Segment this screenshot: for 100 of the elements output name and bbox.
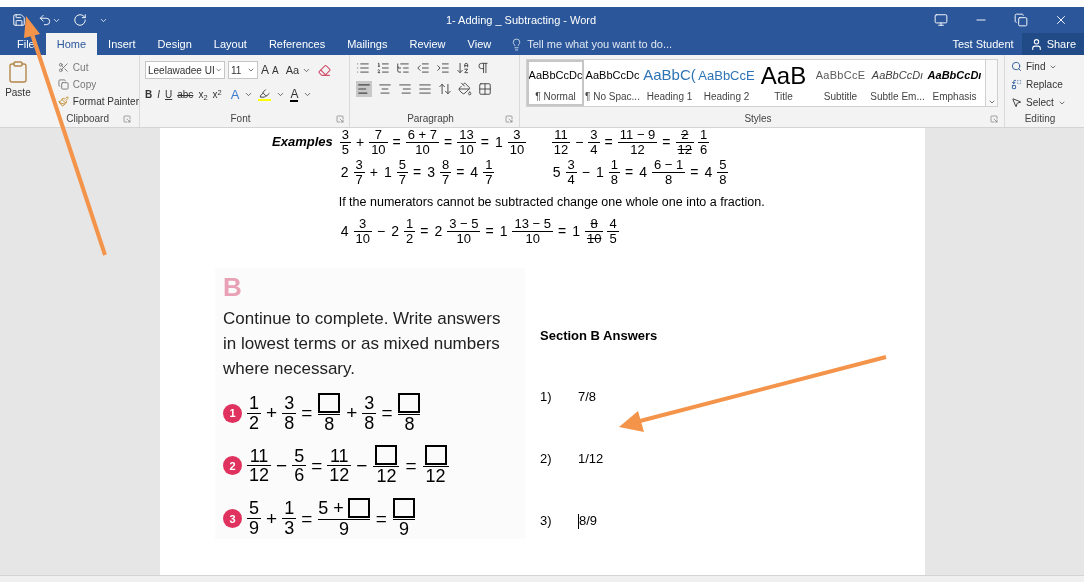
ribbon-tab[interactable]: Review (398, 33, 457, 55)
style-item[interactable]: AaBbCcE Heading 2 (698, 60, 755, 106)
bullets-icon[interactable] (356, 61, 370, 75)
fraction: 13 10 (456, 128, 477, 157)
ribbon-display-icon[interactable] (934, 13, 948, 27)
replace-icon[interactable] (1011, 79, 1022, 90)
tell-me-field[interactable]: Tell me what you want to do... (510, 33, 728, 55)
format-button[interactable]: U (165, 87, 173, 103)
line-spacing-icon[interactable] (438, 82, 452, 96)
search-icon[interactable] (1011, 61, 1022, 72)
text-effects-button[interactable]: A (230, 85, 240, 105)
font-name-field[interactable]: Leelawadee UI (145, 61, 225, 79)
style-item[interactable]: AaBbCcDı Emphasis (926, 60, 983, 106)
style-item[interactable]: AaBbCcE Subtitle (812, 60, 869, 106)
align-left-icon[interactable] (356, 81, 372, 97)
redo-icon[interactable] (73, 13, 87, 27)
answer-box (398, 392, 421, 413)
ribbon-tab[interactable]: Insert (97, 33, 147, 55)
format-button[interactable]: I (157, 87, 160, 103)
find-button[interactable]: Find (1011, 59, 1069, 74)
style-item[interactable]: AaBbCcDc ¶ Normal (527, 60, 584, 106)
share-button[interactable]: Share (1021, 33, 1084, 55)
person-icon[interactable] (1029, 37, 1043, 51)
shading-icon[interactable] (458, 82, 472, 96)
fraction: 3 − 5 10 (446, 217, 482, 246)
numbering-icon[interactable] (376, 61, 390, 75)
dialog-launcher-icon[interactable] (123, 114, 131, 123)
style-item[interactable]: AaBbC( Heading 1 (641, 60, 698, 106)
sort-icon[interactable] (456, 61, 470, 75)
center-icon[interactable] (378, 82, 392, 96)
math-text: 4 (703, 162, 714, 182)
math-text: = (300, 400, 314, 425)
problem-number: 2 (223, 456, 242, 476)
caret-icon[interactable] (247, 66, 255, 74)
copy-icon[interactable] (57, 79, 69, 90)
pointer-icon[interactable] (1011, 97, 1022, 108)
restore-icon[interactable] (1014, 13, 1028, 27)
math-text: = (310, 453, 324, 478)
caret-icon[interactable] (987, 98, 996, 106)
font-color-button[interactable]: A (290, 87, 299, 102)
denominator: 12 (422, 466, 449, 487)
ribbon-tab[interactable]: Home (45, 33, 98, 55)
shrink-font-button[interactable]: A (272, 62, 279, 78)
paintbrush-icon[interactable] (57, 96, 69, 107)
caret-icon[interactable] (214, 66, 222, 74)
highlighter-icon[interactable] (258, 88, 272, 102)
justify-icon[interactable] (418, 82, 432, 96)
problem-number: 1 (223, 403, 242, 423)
fraction: 6 − 1 8 (650, 158, 687, 187)
clear-formatting-icon[interactable] (318, 63, 332, 77)
ribbon-tab[interactable]: Design (146, 33, 203, 55)
ribbon-tab[interactable]: View (456, 33, 503, 55)
format-button[interactable]: x$^{2}$ (212, 87, 222, 103)
dialog-launcher-icon[interactable] (505, 114, 513, 123)
dialog-launcher-icon[interactable] (336, 114, 344, 123)
undo-icon[interactable] (38, 13, 52, 27)
align-right-icon[interactable] (398, 82, 412, 96)
math-text: 5 (551, 162, 562, 182)
style-item[interactable]: AaBbCcDı Subtle Em... (869, 60, 926, 106)
math-text: 2 (390, 221, 400, 241)
paste-button[interactable]: Paste (4, 59, 32, 111)
math-text: = (661, 132, 672, 152)
format-button[interactable]: B (145, 87, 153, 103)
ribbon-tab[interactable]: Layout (202, 33, 258, 55)
math-text: 4 (469, 162, 480, 182)
multilevel-list-icon[interactable] (396, 61, 410, 75)
dialog-launcher-icon[interactable] (990, 114, 998, 123)
tell-me-input[interactable]: Tell me what you want to do... (527, 35, 728, 53)
increase-indent-icon[interactable] (436, 61, 450, 75)
answers-heading: Section B Answers (540, 326, 658, 345)
fraction: 8 7 (438, 158, 453, 187)
change-case-button[interactable]: Aa (285, 61, 300, 79)
ribbon-tab[interactable]: Mailings (336, 33, 399, 55)
scissors-icon[interactable] (57, 62, 69, 73)
save-icon[interactable] (12, 13, 26, 27)
grow-font-button[interactable]: A (261, 61, 269, 79)
borders-icon[interactable] (478, 82, 492, 96)
select-button[interactable]: Select (1011, 95, 1069, 110)
fraction: 1 8 (607, 158, 621, 187)
format-painter-button[interactable]: Format Painter (57, 94, 139, 109)
user-name[interactable]: Test Student (944, 33, 1022, 55)
math-text: + (354, 132, 366, 152)
ribbon-tab[interactable]: File (6, 33, 46, 55)
ribbon-tab[interactable]: References (257, 33, 337, 55)
style-item[interactable]: AaBbCcDc ¶ No Spac... (584, 60, 641, 106)
copy-button[interactable]: Copy (57, 77, 139, 92)
pilcrow-icon[interactable] (476, 61, 490, 75)
denominator: 12 (373, 466, 400, 487)
answer-number: 1) (540, 388, 553, 407)
fraction: 5 6 (291, 446, 308, 486)
format-button[interactable]: x$_{2}$ (198, 87, 208, 103)
cut-button[interactable]: Cut (57, 60, 139, 75)
font-size-field[interactable]: 11 (228, 61, 258, 79)
close-icon[interactable] (1054, 13, 1068, 27)
decrease-indent-icon[interactable] (416, 61, 430, 75)
format-button[interactable]: abc (177, 87, 194, 103)
fraction: 1 6 (697, 128, 711, 157)
style-item[interactable]: AaB Title (755, 60, 812, 106)
replace-button[interactable]: Replace (1011, 77, 1069, 92)
math-text: = (484, 221, 495, 241)
